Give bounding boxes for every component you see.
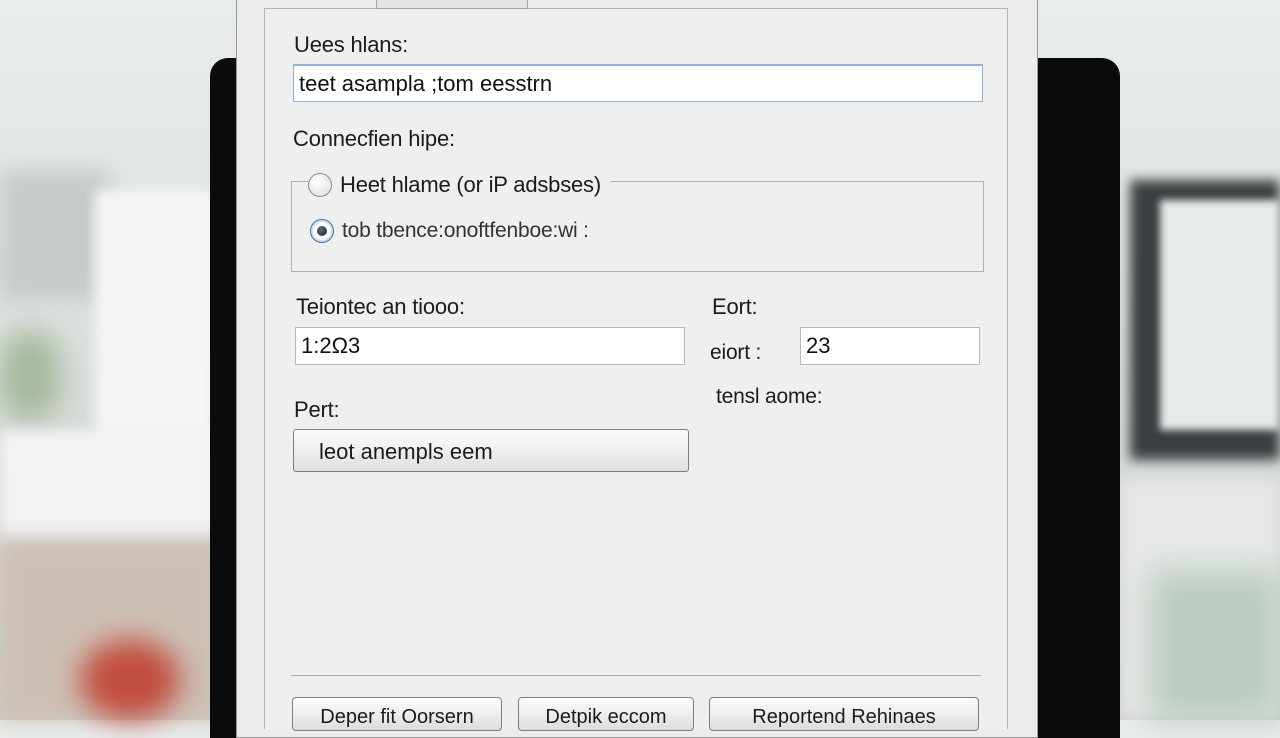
user-name-input[interactable]: teet asampla ;tom eesstrn bbox=[293, 64, 983, 102]
background-plant-right bbox=[1150, 570, 1280, 720]
dialog-button-1[interactable]: Deper fit Oorsern bbox=[292, 697, 502, 731]
radio-other-row[interactable]: tob tbence:onoftfenboe:wi : bbox=[310, 219, 599, 243]
radio-host-name[interactable] bbox=[308, 173, 332, 197]
user-name-label: Uees hlans: bbox=[294, 32, 408, 57]
remote-host-label: Teiontec an tiooo: bbox=[296, 294, 465, 319]
radio-host-name-label: Heet hlame (or iP adsbses) bbox=[340, 172, 601, 197]
pert-label: Pert: bbox=[294, 397, 340, 422]
background-red-object bbox=[80, 640, 180, 720]
radio-host-name-row[interactable]: Heet hlame (or iP adsbses) bbox=[308, 172, 611, 198]
radio-other[interactable] bbox=[310, 219, 334, 243]
port-label: Eort: bbox=[712, 294, 758, 319]
dialog-button-2[interactable]: Detpik eccom bbox=[518, 697, 694, 731]
connection-type-label: Connecfien hipe: bbox=[293, 126, 455, 151]
dialog-separator bbox=[291, 675, 981, 676]
background-plant bbox=[0, 330, 60, 420]
radio-other-label: tob tbence:onoftfenboe:wi : bbox=[342, 219, 589, 242]
background-monitor-left bbox=[95, 190, 215, 450]
port-sub-label: eiort : bbox=[710, 341, 762, 364]
remote-host-input[interactable]: 1:2Ω3 bbox=[295, 327, 685, 365]
port-input[interactable]: 23 bbox=[800, 327, 980, 365]
background-blur-left bbox=[0, 170, 110, 300]
local-name-label: tensl aome: bbox=[716, 385, 823, 408]
dialog-tab[interactable] bbox=[376, 0, 528, 9]
pert-dropdown[interactable]: leot anempls eem bbox=[293, 429, 689, 472]
background-screen-right bbox=[1160, 200, 1280, 430]
background-shelf bbox=[0, 430, 220, 540]
dialog-button-3[interactable]: Reportend Rehinaes bbox=[709, 697, 979, 731]
dialog-panel bbox=[264, 8, 1008, 729]
